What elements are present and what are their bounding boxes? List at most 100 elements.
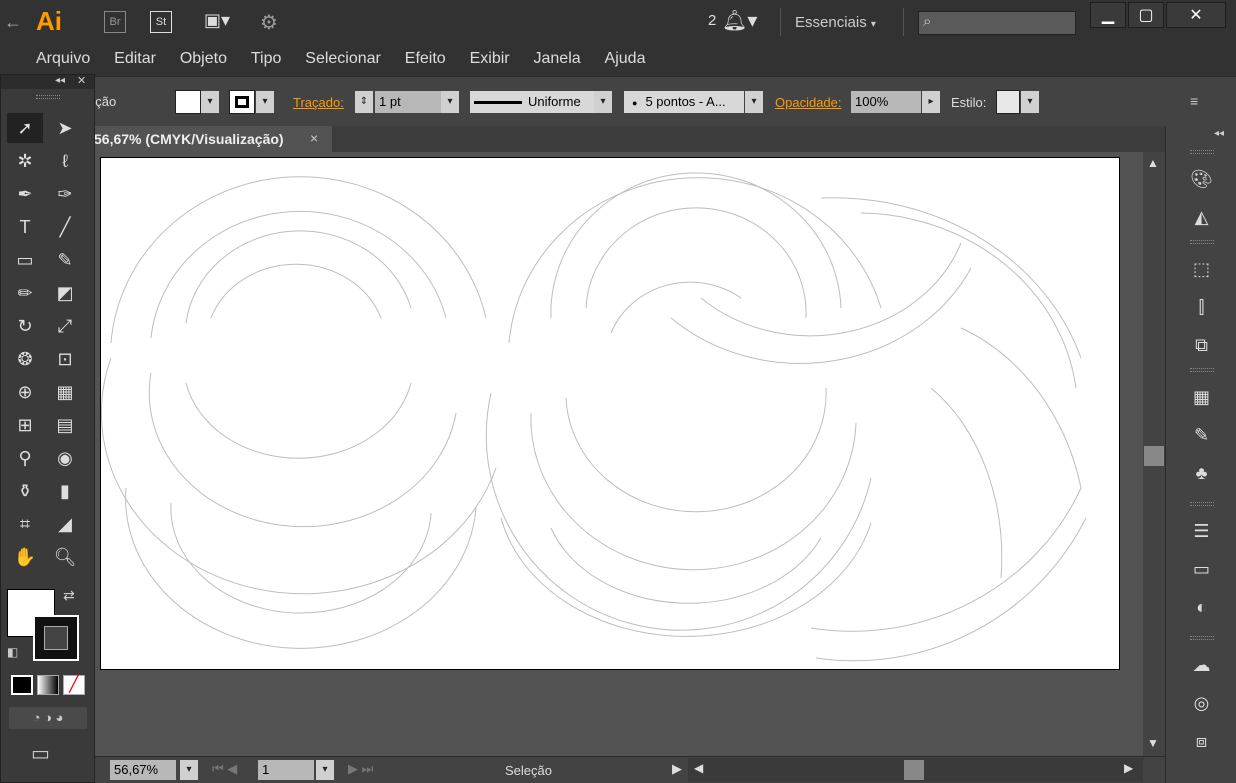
scroll-thumb[interactable] <box>1144 446 1164 466</box>
pathfinder-icon[interactable]: ⧉ <box>1166 326 1236 364</box>
style-swatch[interactable] <box>996 90 1020 114</box>
bell-icon[interactable]: 🔔︎▾ <box>722 8 757 33</box>
stroke-color-box[interactable] <box>33 615 79 661</box>
vertical-scrollbar[interactable]: ▲ ▼ <box>1143 152 1165 756</box>
stroke-dropdown[interactable]: ▾ <box>256 91 274 113</box>
transparency-icon[interactable]: ◐ <box>1166 588 1236 626</box>
opacity-label[interactable]: Opacidade: <box>775 95 842 110</box>
opacity-arrow[interactable]: ▸ <box>922 91 940 113</box>
control-menu-icon[interactable]: ≡ <box>1190 93 1198 109</box>
brush-dropdown[interactable]: ▾ <box>745 91 763 113</box>
artboard-number-field[interactable]: 1 <box>258 760 314 780</box>
panel-grip[interactable] <box>1189 240 1214 244</box>
swap-colors-icon[interactable]: ⇄ <box>63 587 75 604</box>
menu-tipo[interactable]: Tipo <box>251 50 282 68</box>
artboard[interactable] <box>100 157 1120 670</box>
panel-grip[interactable] <box>1189 150 1214 154</box>
workspace-switcher[interactable]: Essenciais ▾ <box>795 14 876 31</box>
fill-dropdown[interactable]: ▾ <box>201 91 219 113</box>
stroke-swatch[interactable] <box>229 90 255 114</box>
stroke-label[interactable]: Traçado: <box>293 95 344 110</box>
variable-width-profile[interactable]: Uniforme <box>470 91 594 113</box>
collapse-tools-icon[interactable]: ◂◂ <box>55 75 65 86</box>
scroll-up-icon[interactable]: ▲ <box>1147 156 1159 170</box>
menu-selecionar[interactable]: Selecionar <box>305 50 381 68</box>
gradient-icon[interactable]: ▭ <box>1166 550 1236 588</box>
libraries-icon[interactable]: ☁ <box>1166 646 1236 684</box>
close-tools-icon[interactable]: ✕ <box>77 74 86 87</box>
last-artboard-icon[interactable]: ▶ ⏭ <box>348 761 373 777</box>
warp-tool[interactable]: ❂ <box>7 344 43 374</box>
opacity-field[interactable]: 100% <box>851 91 921 113</box>
menu-arquivo[interactable]: Arquivo <box>36 50 90 68</box>
stroke-weight-dropdown[interactable]: ▾ <box>441 91 459 113</box>
gradient-mode-icon[interactable] <box>37 675 59 695</box>
hand-tool[interactable]: ✋ <box>7 542 43 572</box>
paintbrush-tool[interactable]: ✎ <box>47 245 83 275</box>
search-input[interactable]: ⌕ <box>918 11 1076 35</box>
magic-wand-tool[interactable]: ✲ <box>7 146 43 176</box>
scroll-right-icon[interactable]: ▶ <box>1124 761 1133 775</box>
panel-grip[interactable] <box>1189 636 1214 640</box>
artboard-dropdown[interactable]: ▾ <box>316 760 334 780</box>
shape-builder-tool[interactable]: ⊕ <box>7 377 43 407</box>
gpu-performance-icon[interactable]: ⚙ <box>260 10 278 35</box>
rotate-tool[interactable]: ↻ <box>7 311 43 341</box>
free-transform-tool[interactable]: ⊡ <box>47 344 83 374</box>
panel-grip[interactable] <box>1189 502 1214 506</box>
color-mode-icon[interactable] <box>11 675 33 695</box>
back-arrow-icon[interactable]: ← <box>4 12 22 33</box>
menu-ajuda[interactable]: Ajuda <box>605 50 646 68</box>
layers-icon[interactable]: ⧈ <box>1166 722 1236 760</box>
menu-editar[interactable]: Editar <box>114 50 156 68</box>
swatches-icon[interactable]: ▦ <box>1166 378 1236 416</box>
zoom-field[interactable]: 56,67% <box>110 760 176 780</box>
appearance-icon[interactable]: ◎ <box>1166 684 1236 722</box>
transform-icon[interactable]: ⬚ <box>1166 250 1236 288</box>
stroke-stepper[interactable]: ⇕ <box>355 91 373 113</box>
curvature-tool[interactable]: ✑ <box>47 179 83 209</box>
document-tab[interactable]: 56,67% (CMYK/Visualização) × <box>92 126 332 152</box>
arrange-documents-icon[interactable]: ▣▾ <box>204 10 240 34</box>
horizontal-scrollbar[interactable]: ◀ ▶ <box>688 758 1143 782</box>
default-colors-icon[interactable]: ◧ <box>7 645 18 659</box>
close-button[interactable]: ✕ <box>1166 2 1226 28</box>
selection-tool[interactable]: ➚ <box>7 113 43 143</box>
menu-exibir[interactable]: Exibir <box>470 50 510 68</box>
scroll-left-icon[interactable]: ◀ <box>694 761 703 775</box>
perspective-grid-tool[interactable]: ▦ <box>47 377 83 407</box>
type-tool[interactable]: T <box>7 212 43 242</box>
pen-tool[interactable]: ✒ <box>7 179 43 209</box>
mesh-tool[interactable]: ⊞ <box>7 410 43 440</box>
gradient-tool[interactable]: ▤ <box>47 410 83 440</box>
none-mode-icon[interactable]: ╱ <box>63 675 85 695</box>
tools-panel-header[interactable]: ◂◂ ✕ <box>1 75 94 89</box>
stock-button[interactable]: St <box>150 11 172 33</box>
brushes-icon[interactable]: ✎ <box>1166 416 1236 454</box>
slice-tool[interactable]: ◢ <box>47 509 83 539</box>
symbols-icon[interactable]: ♣ <box>1166 454 1236 492</box>
eyedropper-tool[interactable]: ⚲ <box>7 443 43 473</box>
collapse-dock-icon[interactable]: ◂◂ <box>1214 128 1224 139</box>
stroke-icon[interactable]: ☰ <box>1166 512 1236 550</box>
status-menu-arrow[interactable]: ▶ <box>672 761 682 777</box>
menu-janela[interactable]: Janela <box>534 50 581 68</box>
artboard-tool[interactable]: ⌗ <box>7 509 43 539</box>
tab-close-icon[interactable]: × <box>310 130 318 146</box>
symbol-sprayer-tool[interactable]: ⚱ <box>7 476 43 506</box>
bridge-button[interactable]: Br <box>104 11 126 33</box>
lasso-tool[interactable]: ℓ <box>47 146 83 176</box>
profile-dropdown[interactable]: ▾ <box>594 91 612 113</box>
scroll-down-icon[interactable]: ▼ <box>1147 736 1159 750</box>
first-artboard-icon[interactable]: ⏮ ◀ <box>212 761 237 777</box>
zoom-tool[interactable]: 🔍︎ <box>47 542 83 572</box>
panel-grip[interactable] <box>1189 368 1214 372</box>
draw-modes-icon[interactable]: ◔ ◑ ◕ <box>9 707 87 729</box>
style-dropdown[interactable]: ▾ <box>1021 91 1039 113</box>
menu-objeto[interactable]: Objeto <box>180 50 227 68</box>
minimize-button[interactable]: ▁ <box>1090 2 1126 28</box>
menu-efeito[interactable]: Efeito <box>405 50 446 68</box>
line-tool[interactable]: ╱ <box>47 212 83 242</box>
rectangle-tool[interactable]: ▭ <box>7 245 43 275</box>
color-guide-icon[interactable]: ◭ <box>1166 198 1236 236</box>
